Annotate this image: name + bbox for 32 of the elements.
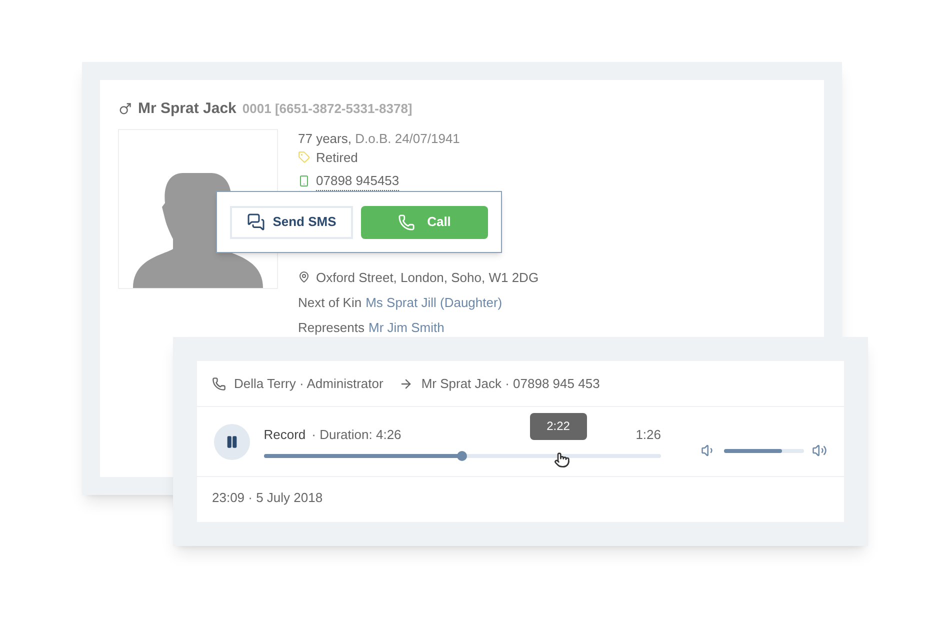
tag-icon: [298, 151, 310, 163]
avatar-silhouette-icon: [133, 172, 263, 288]
pause-button[interactable]: [214, 424, 250, 460]
represents-link[interactable]: Mr Jim Smith: [368, 318, 444, 336]
remaining-time: 1:26: [636, 426, 661, 444]
kin-label: Next of Kin: [298, 294, 362, 312]
caller: Della Terry · Administrator: [234, 374, 384, 393]
represents-label: Represents: [298, 318, 364, 336]
address: Oxford Street, London, Soho, W1 2DG: [316, 268, 539, 286]
patient-id: 0001 [6651-3872-5331-8378]: [242, 100, 412, 118]
callee: Mr Sprat Jack · 07898 945 453: [421, 374, 600, 393]
patient-name: Mr Sprat Jack: [138, 99, 236, 119]
phone-icon: [398, 214, 416, 230]
location-icon: [298, 271, 310, 283]
call-date: 23:09 · 5 July 2018: [212, 489, 323, 508]
male-icon: [118, 102, 132, 116]
send-sms-button[interactable]: Send SMS: [230, 206, 353, 238]
age-dob: 77 years, D.o.B. 24/07/1941: [298, 130, 461, 148]
chat-icon: [246, 213, 265, 231]
phone-icon: [212, 376, 226, 390]
duration: · Duration: 4:26: [312, 426, 402, 444]
progress-thumb[interactable]: [457, 451, 468, 462]
record-title: Record: [264, 426, 306, 444]
call-button[interactable]: Call: [361, 206, 488, 238]
time-tooltip: 2:22: [530, 412, 587, 440]
status-label: Retired: [316, 148, 358, 166]
volume-track[interactable]: [724, 448, 804, 452]
phone-icon: [298, 174, 310, 186]
pause-icon: [224, 434, 239, 448]
hand-cursor-icon: [554, 452, 570, 468]
volume-up-icon[interactable]: [812, 443, 827, 458]
kin-link[interactable]: Ms Sprat Jill (Daughter): [366, 292, 502, 312]
